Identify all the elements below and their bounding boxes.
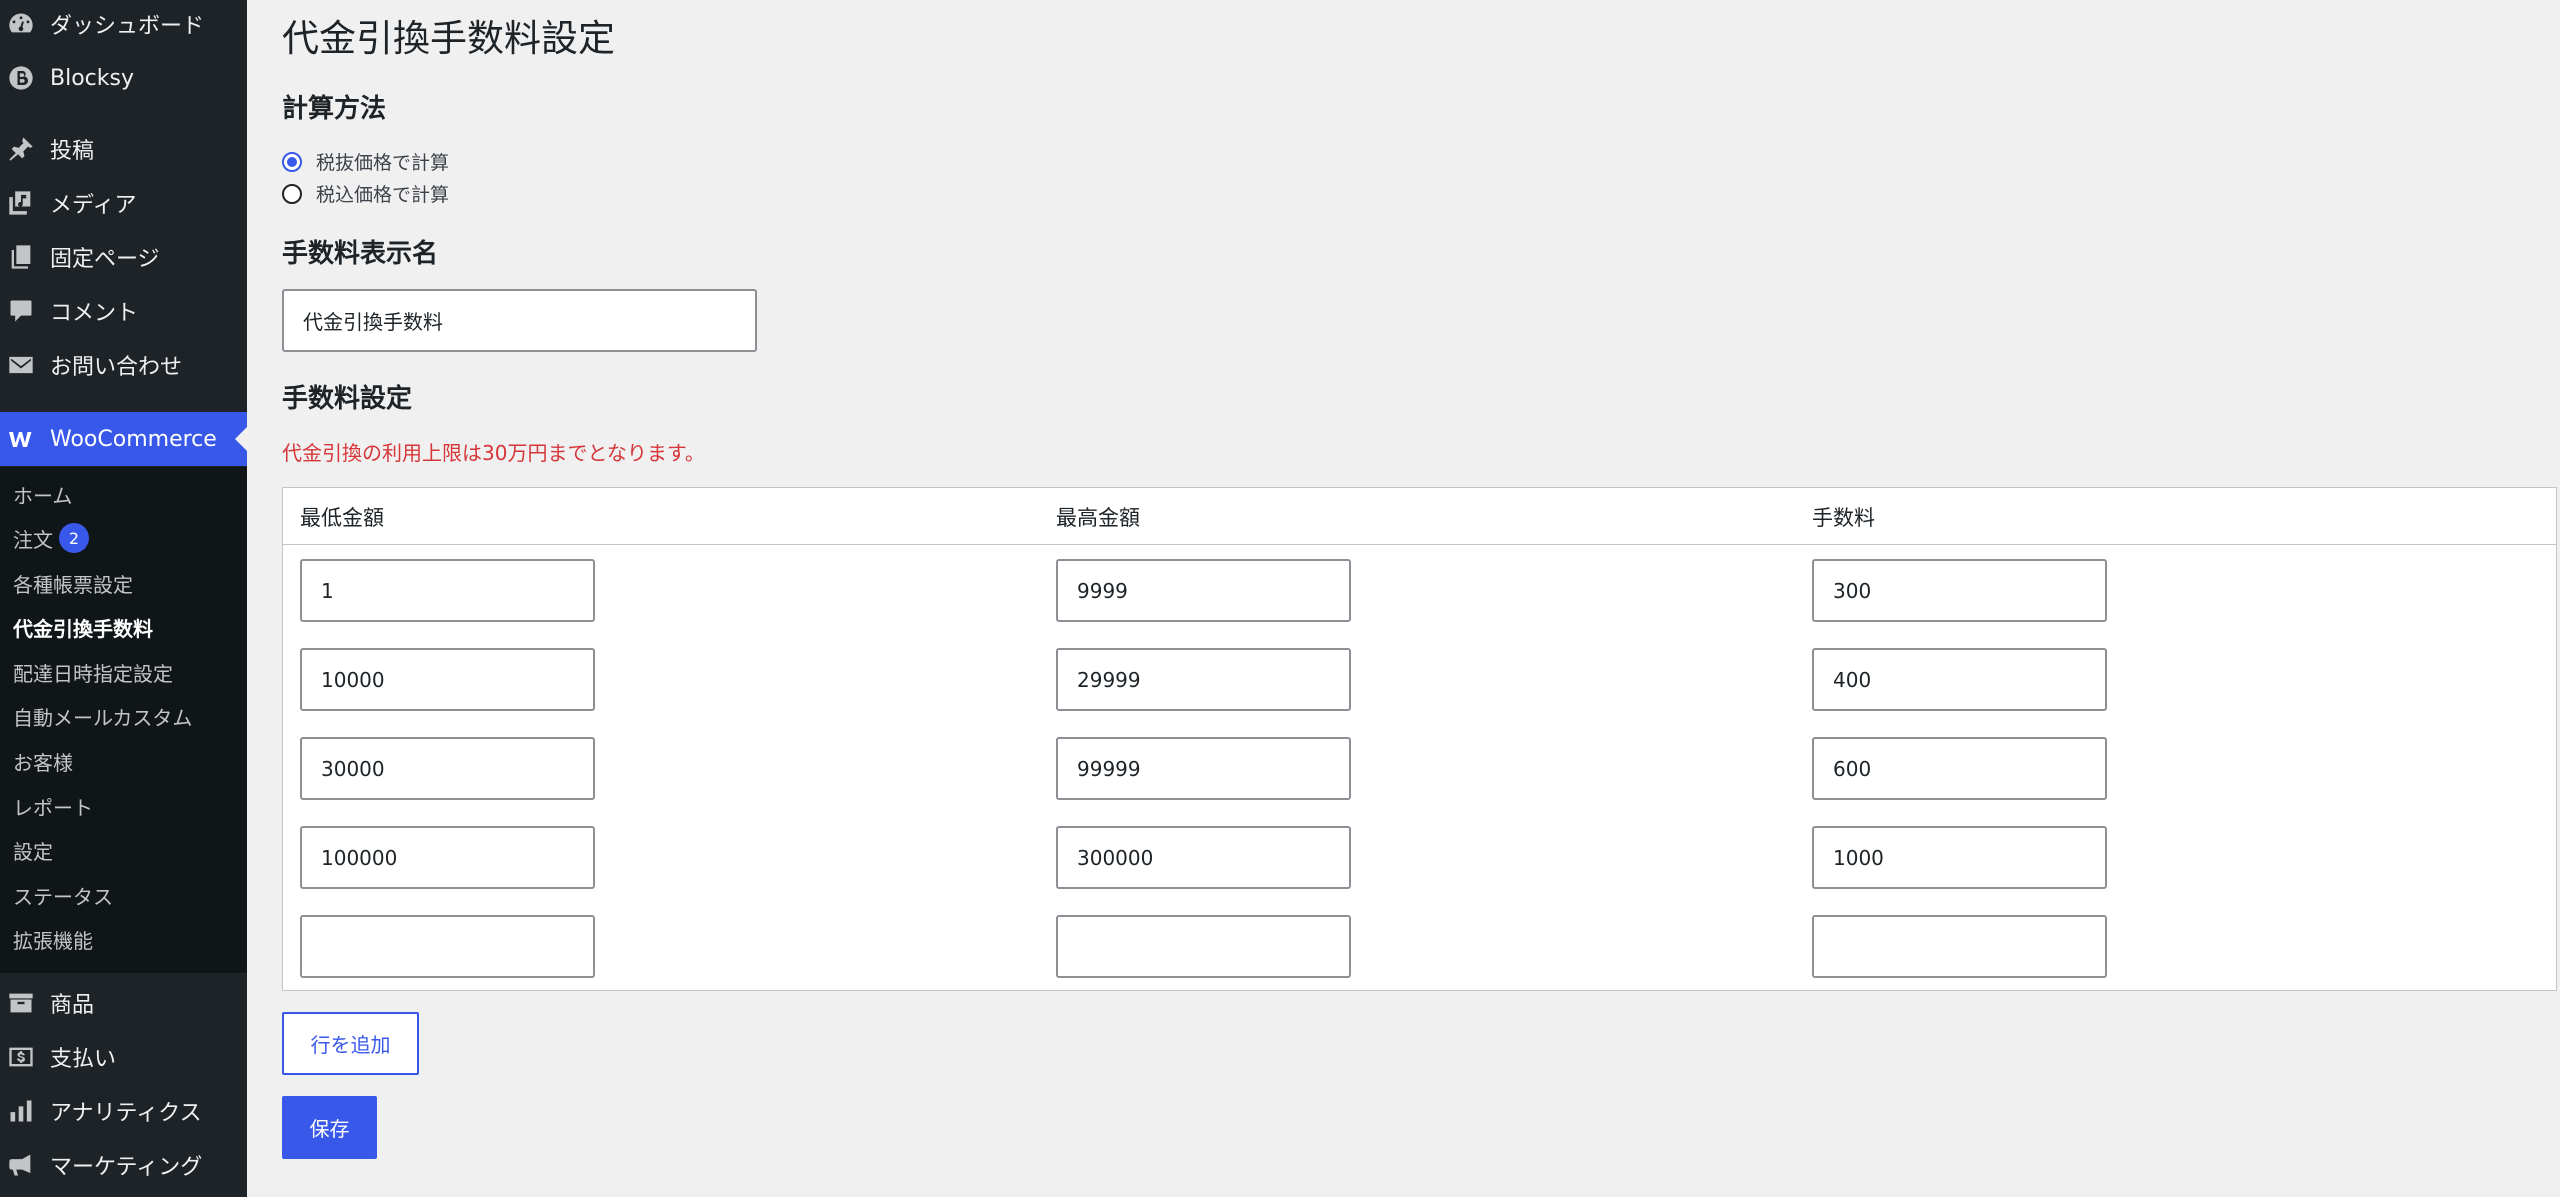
min-amount-input[interactable] bbox=[300, 737, 595, 800]
submenu-item-auto-mail[interactable]: 自動メールカスタム bbox=[13, 699, 192, 733]
fee-input[interactable] bbox=[1812, 826, 2107, 889]
menu-item-products[interactable]: 商品 bbox=[0, 977, 247, 1029]
submenu-item-customers[interactable]: お客様 bbox=[13, 744, 73, 778]
submenu-item-status[interactable]: ステータス bbox=[13, 878, 113, 912]
menu-item-analytics[interactable]: アナリティクス bbox=[0, 1085, 247, 1137]
menu-item-pages[interactable]: 固定ページ bbox=[0, 231, 247, 283]
save-button[interactable]: 保存 bbox=[282, 1096, 377, 1159]
radio-label: 税抜価格で計算 bbox=[316, 152, 450, 174]
fee-display-name-input[interactable] bbox=[282, 289, 757, 352]
radio-option-tax-excluded[interactable]: 税抜価格で計算 bbox=[282, 148, 449, 175]
radio-tax-excluded[interactable] bbox=[282, 151, 302, 172]
menu-item-label: 投稿 bbox=[50, 139, 95, 164]
fee-settings-heading: 手数料設定 bbox=[282, 384, 413, 414]
archive-icon bbox=[6, 988, 36, 1018]
submenu-item-label: 自動メールカスタム bbox=[13, 705, 193, 730]
payment-icon bbox=[6, 1042, 36, 1072]
fee-input[interactable] bbox=[1812, 915, 2107, 978]
menu-item-label: 商品 bbox=[50, 993, 95, 1018]
submenu-item-home[interactable]: ホーム bbox=[13, 477, 72, 511]
menu-item-label: WooCommerce bbox=[50, 426, 217, 452]
menu-item-label: コメント bbox=[50, 301, 139, 326]
menu-item-label: メディア bbox=[50, 193, 137, 218]
column-header-max-amount: 最高金額 bbox=[1056, 506, 1140, 530]
radio-option-tax-included[interactable]: 税込価格で計算 bbox=[282, 180, 449, 207]
submenu-item-orders[interactable]: 注文 2 bbox=[13, 521, 89, 555]
page-title: 代金引換手数料設定 bbox=[282, 17, 615, 60]
fee-input[interactable] bbox=[1812, 737, 2107, 800]
submenu-item-label: お客様 bbox=[13, 750, 73, 775]
woocommerce-icon bbox=[6, 424, 36, 454]
radio-label: 税込価格で計算 bbox=[316, 184, 450, 206]
submenu-item-label: ホーム bbox=[13, 483, 73, 508]
blocksy-icon bbox=[6, 63, 36, 93]
analytics-icon bbox=[6, 1096, 36, 1126]
menu-item-media[interactable]: メディア bbox=[0, 177, 247, 229]
submenu-item-label: 拡張機能 bbox=[13, 928, 93, 953]
menu-item-woocommerce[interactable]: WooCommerce bbox=[0, 412, 247, 466]
dashboard-icon bbox=[6, 9, 36, 39]
menu-item-dashboard[interactable]: ダッシュボード bbox=[0, 0, 247, 50]
submenu-item-extensions[interactable]: 拡張機能 bbox=[13, 922, 93, 956]
min-amount-input[interactable] bbox=[300, 915, 595, 978]
main-content: 代金引換手数料設定 計算方法 税抜価格で計算 税込価格で計算 手数料表示名 手数… bbox=[247, 0, 2560, 1197]
min-amount-input[interactable] bbox=[300, 648, 595, 711]
submenu-item-cod-fee[interactable]: 代金引換手数料 bbox=[13, 610, 153, 644]
menu-item-contact[interactable]: お問い合わせ bbox=[0, 339, 247, 391]
max-amount-input[interactable] bbox=[1056, 737, 1351, 800]
max-amount-input[interactable] bbox=[1056, 915, 1351, 978]
menu-item-blocksy[interactable]: Blocksy bbox=[0, 52, 247, 104]
display-name-heading: 手数料表示名 bbox=[282, 239, 439, 269]
fee-input[interactable] bbox=[1812, 559, 2107, 622]
menu-item-label: お問い合わせ bbox=[50, 355, 183, 380]
menu-item-marketing[interactable]: マーケティング bbox=[0, 1139, 247, 1191]
fee-table: 最低金額 最高金額 手数料 bbox=[282, 487, 2557, 991]
active-menu-arrow bbox=[235, 427, 247, 451]
comment-icon bbox=[6, 296, 36, 326]
column-header-min-amount: 最低金額 bbox=[300, 506, 384, 530]
menu-item-label: ダッシュボード bbox=[50, 14, 205, 39]
submenu-item-label: 注文 bbox=[13, 527, 53, 552]
submenu-item-delivery-date[interactable]: 配達日時指定設定 bbox=[13, 655, 173, 689]
menu-item-posts[interactable]: 投稿 bbox=[0, 123, 247, 175]
max-amount-input[interactable] bbox=[1056, 826, 1351, 889]
submenu-item-label: レポート bbox=[13, 795, 93, 820]
cod-limit-notice: 代金引換の利用上限は30万円までとなります。 bbox=[282, 441, 705, 465]
menu-item-label: 支払い bbox=[50, 1047, 117, 1072]
add-row-button[interactable]: 行を追加 bbox=[282, 1012, 419, 1075]
menu-item-comments[interactable]: コメント bbox=[0, 285, 247, 337]
mail-icon bbox=[6, 350, 36, 380]
menu-item-label: Blocksy bbox=[50, 65, 134, 91]
megaphone-icon bbox=[6, 1150, 36, 1180]
orders-count-badge: 2 bbox=[59, 523, 89, 553]
menu-item-payments[interactable]: 支払い bbox=[0, 1031, 247, 1083]
max-amount-input[interactable] bbox=[1056, 648, 1351, 711]
calc-method-heading: 計算方法 bbox=[282, 94, 387, 124]
radio-tax-included[interactable] bbox=[282, 183, 302, 204]
menu-item-label: アナリティクス bbox=[50, 1101, 202, 1126]
menu-item-label: 固定ページ bbox=[50, 247, 160, 272]
column-header-fee: 手数料 bbox=[1812, 506, 1875, 530]
media-icon bbox=[6, 188, 36, 218]
table-header-divider bbox=[283, 544, 2556, 545]
submenu-item-label: 各種帳票設定 bbox=[13, 572, 133, 597]
pin-icon bbox=[6, 134, 36, 164]
woocommerce-submenu: ホーム 注文 2 各種帳票設定 代金引換手数料 配達日時指定設定 自動メールカス… bbox=[0, 467, 247, 973]
fee-input[interactable] bbox=[1812, 648, 2107, 711]
submenu-item-label: 設定 bbox=[13, 839, 53, 864]
admin-sidebar: ダッシュボード Blocksy 投稿 メディア 固定ページ コメント お問い合わ… bbox=[0, 0, 247, 1197]
submenu-item-forms[interactable]: 各種帳票設定 bbox=[13, 566, 133, 600]
submenu-item-settings[interactable]: 設定 bbox=[13, 833, 53, 867]
submenu-item-reports[interactable]: レポート bbox=[13, 789, 93, 823]
submenu-item-label: ステータス bbox=[13, 884, 113, 909]
submenu-item-label: 代金引換手数料 bbox=[13, 616, 153, 641]
pages-icon bbox=[6, 242, 36, 272]
min-amount-input[interactable] bbox=[300, 826, 595, 889]
submenu-item-label: 配達日時指定設定 bbox=[13, 661, 173, 686]
max-amount-input[interactable] bbox=[1056, 559, 1351, 622]
min-amount-input[interactable] bbox=[300, 559, 595, 622]
menu-item-label: マーケティング bbox=[50, 1155, 203, 1180]
